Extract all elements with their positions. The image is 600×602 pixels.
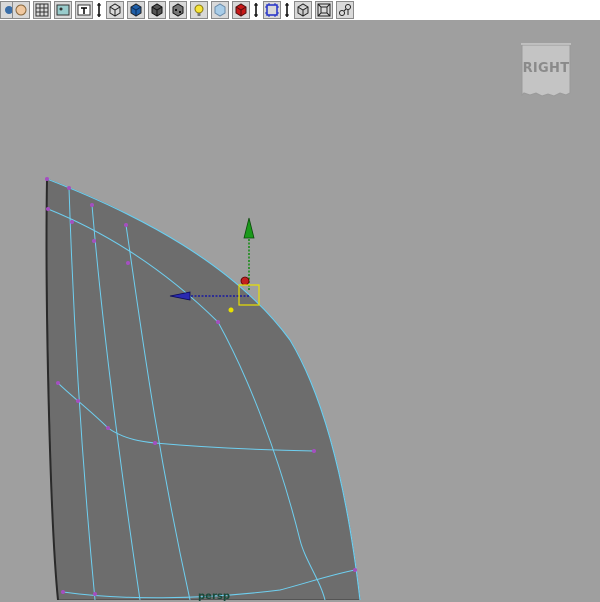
image-plane-icon[interactable] bbox=[54, 1, 72, 19]
joint-xray-icon[interactable] bbox=[336, 1, 354, 19]
perspective-viewport[interactable]: RIGHT persp bbox=[0, 20, 600, 602]
text-icon[interactable] bbox=[75, 1, 93, 19]
panel-toolbar bbox=[0, 0, 600, 20]
selected-vertex bbox=[228, 307, 234, 313]
frame-selected-icon[interactable] bbox=[263, 1, 281, 19]
lasso-icon[interactable] bbox=[12, 1, 30, 19]
toolbar-separator bbox=[283, 2, 291, 18]
smooth-shade-cube-icon[interactable] bbox=[127, 1, 145, 19]
light-bulb-icon[interactable] bbox=[190, 1, 208, 19]
shaded-cube-icon[interactable] bbox=[148, 1, 166, 19]
view-cube[interactable]: RIGHT bbox=[520, 43, 572, 97]
toolbar-separator bbox=[252, 2, 260, 18]
film-gate-icon[interactable] bbox=[315, 1, 333, 19]
toolbar-separator bbox=[95, 2, 103, 18]
mesh-canvas[interactable] bbox=[0, 20, 600, 600]
isolate-cube-icon[interactable] bbox=[232, 1, 250, 19]
textured-cube-icon[interactable] bbox=[169, 1, 187, 19]
wireframe-cube-icon[interactable] bbox=[106, 1, 124, 19]
resolution-gate-icon[interactable] bbox=[294, 1, 312, 19]
grid-snap-icon[interactable] bbox=[33, 1, 51, 19]
view-cube-label: RIGHT bbox=[522, 61, 570, 76]
camera-name-label: persp bbox=[198, 591, 230, 602]
xray-cube-icon[interactable] bbox=[211, 1, 229, 19]
